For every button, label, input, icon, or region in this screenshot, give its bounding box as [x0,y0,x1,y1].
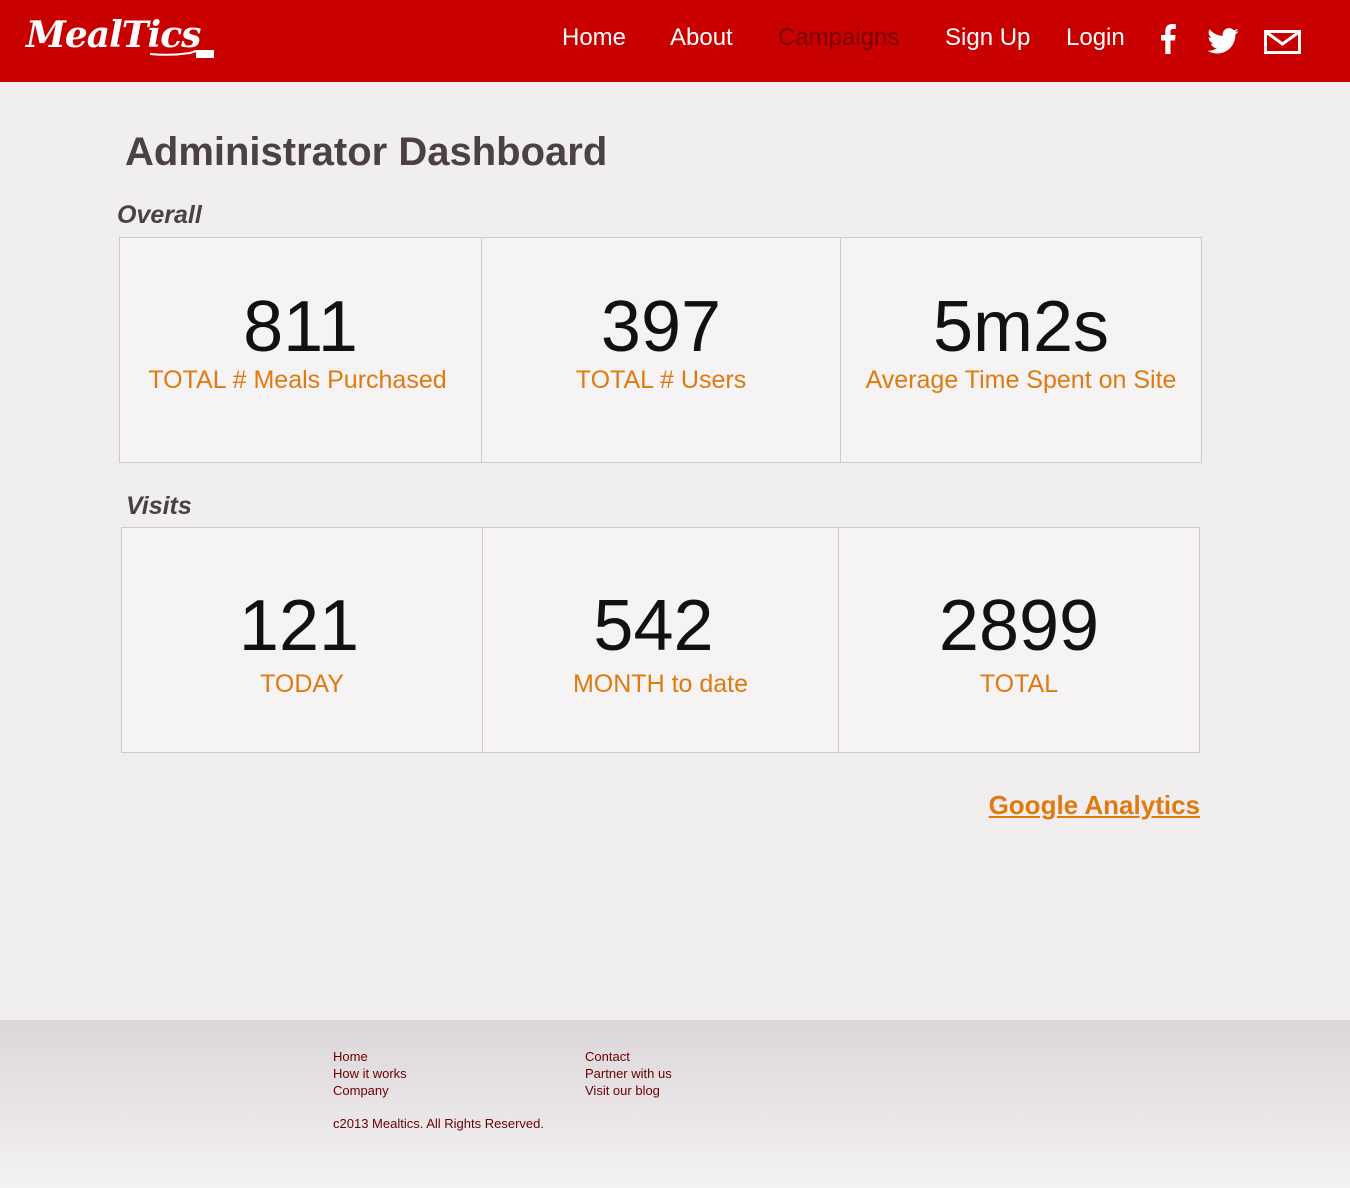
section-label-overall: Overall [117,201,202,229]
section-label-visits: Visits [126,492,192,520]
footer-link-partner[interactable]: Partner with us [585,1065,672,1082]
footer-link-company[interactable]: Company [333,1082,407,1099]
stat-card-meals: 811 TOTAL # Meals Purchased [120,238,482,462]
stat-label: TOTAL # Users [575,366,747,394]
nav-sign-up[interactable]: Sign Up [945,24,1030,52]
stat-value: 397 [600,287,722,367]
stat-card-month: 542 MONTH to date [483,528,839,752]
stat-value: 121 [238,586,360,666]
footer-links-left: Home How it works Company [333,1048,407,1099]
stat-label: Average Time Spent on Site [865,366,1177,394]
stat-card-avg-time: 5m2s Average Time Spent on Site [841,238,1201,462]
mail-icon[interactable] [1264,30,1301,54]
copyright-text: c2013 Mealtics. All Rights Reserved. [333,1116,544,1131]
stat-card-users: 397 TOTAL # Users [482,238,841,462]
stat-label: MONTH to date [572,670,749,698]
stat-value: 2899 [938,586,1100,666]
footer: Home How it works Company Contact Partne… [0,1020,1350,1188]
fork-icon [150,50,214,58]
stat-value: 811 [243,287,358,367]
top-navigation-bar: MealTics Home About Campaigns Sign Up Lo… [0,0,1350,82]
stat-value: 542 [593,586,714,666]
footer-link-blog[interactable]: Visit our blog [585,1082,672,1099]
visits-stats-panel: 121 TODAY 542 MONTH to date 2899 TOTAL [121,527,1200,753]
footer-link-home[interactable]: Home [333,1048,407,1065]
overall-stats-panel: 811 TOTAL # Meals Purchased 397 TOTAL # … [119,237,1202,463]
stat-value: 5m2s [932,287,1110,367]
nav-login[interactable]: Login [1066,24,1125,52]
footer-link-how-it-works[interactable]: How it works [333,1065,407,1082]
stat-card-total-visits: 2899 TOTAL [839,528,1199,752]
google-analytics-link[interactable]: Google Analytics [989,790,1200,821]
nav-home[interactable]: Home [562,24,626,52]
page-title: Administrator Dashboard [125,130,608,174]
stat-label: TOTAL [979,670,1059,698]
nav-campaigns[interactable]: Campaigns [778,24,899,52]
stat-label: TOTAL # Meals Purchased [148,366,447,394]
twitter-icon[interactable] [1207,28,1239,54]
facebook-icon[interactable] [1160,24,1176,54]
footer-links-right: Contact Partner with us Visit our blog [585,1048,672,1099]
footer-link-contact[interactable]: Contact [585,1048,672,1065]
stat-card-today: 121 TODAY [122,528,483,752]
stat-label: TODAY [260,670,344,698]
nav-about[interactable]: About [670,24,733,52]
